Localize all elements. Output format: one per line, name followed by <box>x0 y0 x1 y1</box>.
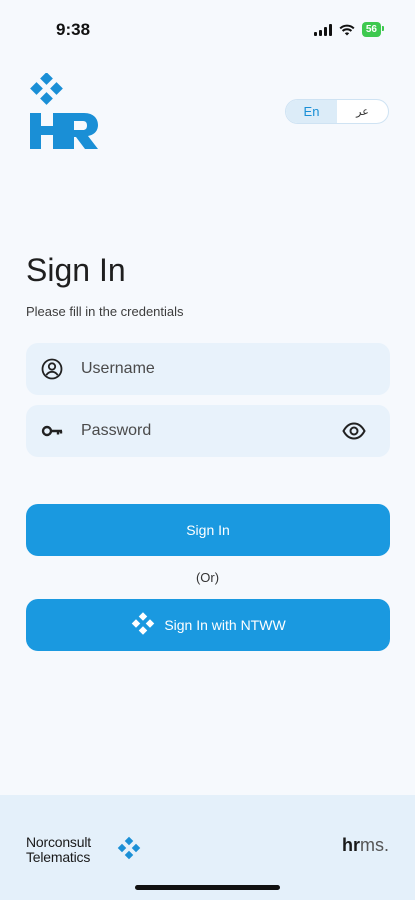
hrms-brand-light: ms. <box>360 835 389 855</box>
username-input[interactable] <box>81 343 341 395</box>
language-option-ar[interactable]: عر <box>337 100 388 123</box>
sign-in-button[interactable]: Sign In <box>26 504 390 556</box>
or-divider: (Or) <box>195 570 220 585</box>
user-circle-icon <box>41 358 63 380</box>
username-field[interactable] <box>26 343 390 395</box>
norconsult-logo-icon <box>117 836 141 860</box>
status-time: 9:38 <box>56 20 91 39</box>
password-input[interactable] <box>81 405 341 457</box>
battery-indicator: 56 <box>361 22 385 37</box>
sign-in-ntww-button[interactable]: Sign In with NTWW <box>26 599 390 651</box>
language-option-en[interactable]: En <box>286 100 337 123</box>
wifi-icon <box>339 24 355 35</box>
company-line-2: Telematics <box>26 849 91 865</box>
page-subtitle: Please fill in the credentials <box>26 304 184 319</box>
company-line-1: Norconsult <box>26 834 91 850</box>
home-indicator[interactable] <box>135 885 280 890</box>
sign-in-button-label: Sign In <box>186 522 230 538</box>
hr-logo <box>30 73 98 149</box>
key-icon <box>41 425 63 437</box>
password-field[interactable] <box>26 405 390 457</box>
hrms-brand: hrms. <box>342 835 389 856</box>
sign-in-ntww-label: Sign In with NTWW <box>164 617 286 633</box>
signal-icon <box>313 23 332 36</box>
page-title: Sign In <box>26 252 126 288</box>
eye-icon[interactable] <box>342 421 366 441</box>
diamond-logo-icon <box>132 612 155 635</box>
status-bar: 9:38 56 <box>0 0 415 52</box>
status-icons: 56 <box>313 22 385 37</box>
company-name: Norconsult Telematics <box>26 835 91 865</box>
hrms-brand-bold: hr <box>342 835 360 855</box>
language-toggle[interactable]: En عر <box>285 99 389 124</box>
